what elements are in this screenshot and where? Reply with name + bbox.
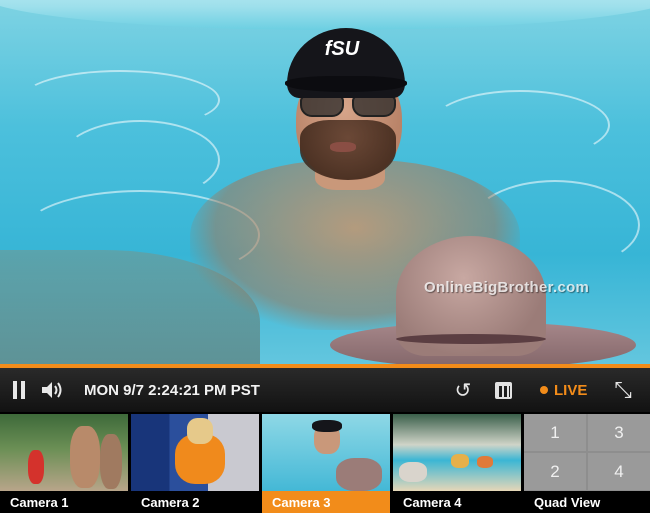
water-ripple bbox=[430, 90, 610, 160]
camera-2-thumbnail[interactable]: Camera 2 bbox=[131, 414, 259, 513]
foreground-hat bbox=[330, 236, 636, 364]
camera-selector: Camera 1 Camera 2 Camera 3 Camera 4 1 3 … bbox=[0, 412, 650, 513]
quad-cell-4: 4 bbox=[588, 453, 650, 490]
cap-brim bbox=[285, 76, 407, 92]
quad-view-thumbnail[interactable]: 1 3 2 4 Quad View bbox=[524, 414, 650, 513]
fullscreen-icon[interactable]: ⤡ bbox=[610, 368, 636, 412]
camera-4-thumbnail[interactable]: Camera 4 bbox=[393, 414, 521, 513]
camera-1-label: Camera 1 bbox=[0, 491, 128, 513]
watermark: OnlineBigBrother.com bbox=[424, 279, 590, 296]
player-control-bar: MON 9/7 2:24:21 PM PST ↺ LIVE ⤡ bbox=[0, 364, 650, 412]
camera-1-thumbnail[interactable]: Camera 1 bbox=[0, 414, 128, 513]
volume-icon[interactable] bbox=[40, 368, 64, 412]
person-mouth bbox=[330, 142, 356, 152]
camera-3-preview bbox=[262, 414, 390, 491]
pause-icon[interactable] bbox=[8, 368, 30, 412]
live-dot-icon bbox=[540, 386, 548, 394]
camera-3-thumbnail[interactable]: Camera 3 bbox=[262, 414, 390, 513]
quad-view-preview: 1 3 2 4 bbox=[524, 414, 650, 491]
camera-2-label: Camera 2 bbox=[131, 491, 259, 513]
camera-2-preview bbox=[131, 414, 259, 491]
camera-4-label: Camera 4 bbox=[393, 491, 521, 513]
calendar-icon[interactable] bbox=[492, 368, 514, 412]
live-button[interactable]: LIVE bbox=[540, 368, 587, 412]
camera-3-label: Camera 3 bbox=[262, 491, 390, 513]
sunglasses bbox=[298, 95, 402, 119]
replay-icon[interactable]: ↺ bbox=[452, 368, 474, 412]
water-ripple bbox=[60, 120, 220, 200]
pool-rim bbox=[0, 0, 650, 30]
quad-cell-2: 2 bbox=[524, 453, 586, 490]
quad-cell-1: 1 bbox=[524, 414, 586, 451]
cap-logo: fSU bbox=[324, 38, 360, 60]
camera-1-preview bbox=[0, 414, 128, 491]
live-label: LIVE bbox=[554, 381, 588, 399]
camera-4-preview bbox=[393, 414, 521, 491]
timestamp: MON 9/7 2:24:21 PM PST bbox=[84, 381, 260, 399]
quad-cell-3: 3 bbox=[588, 414, 650, 451]
main-video[interactable]: fSU OnlineBigBrother.com bbox=[0, 0, 650, 364]
quad-view-label: Quad View bbox=[524, 491, 650, 513]
